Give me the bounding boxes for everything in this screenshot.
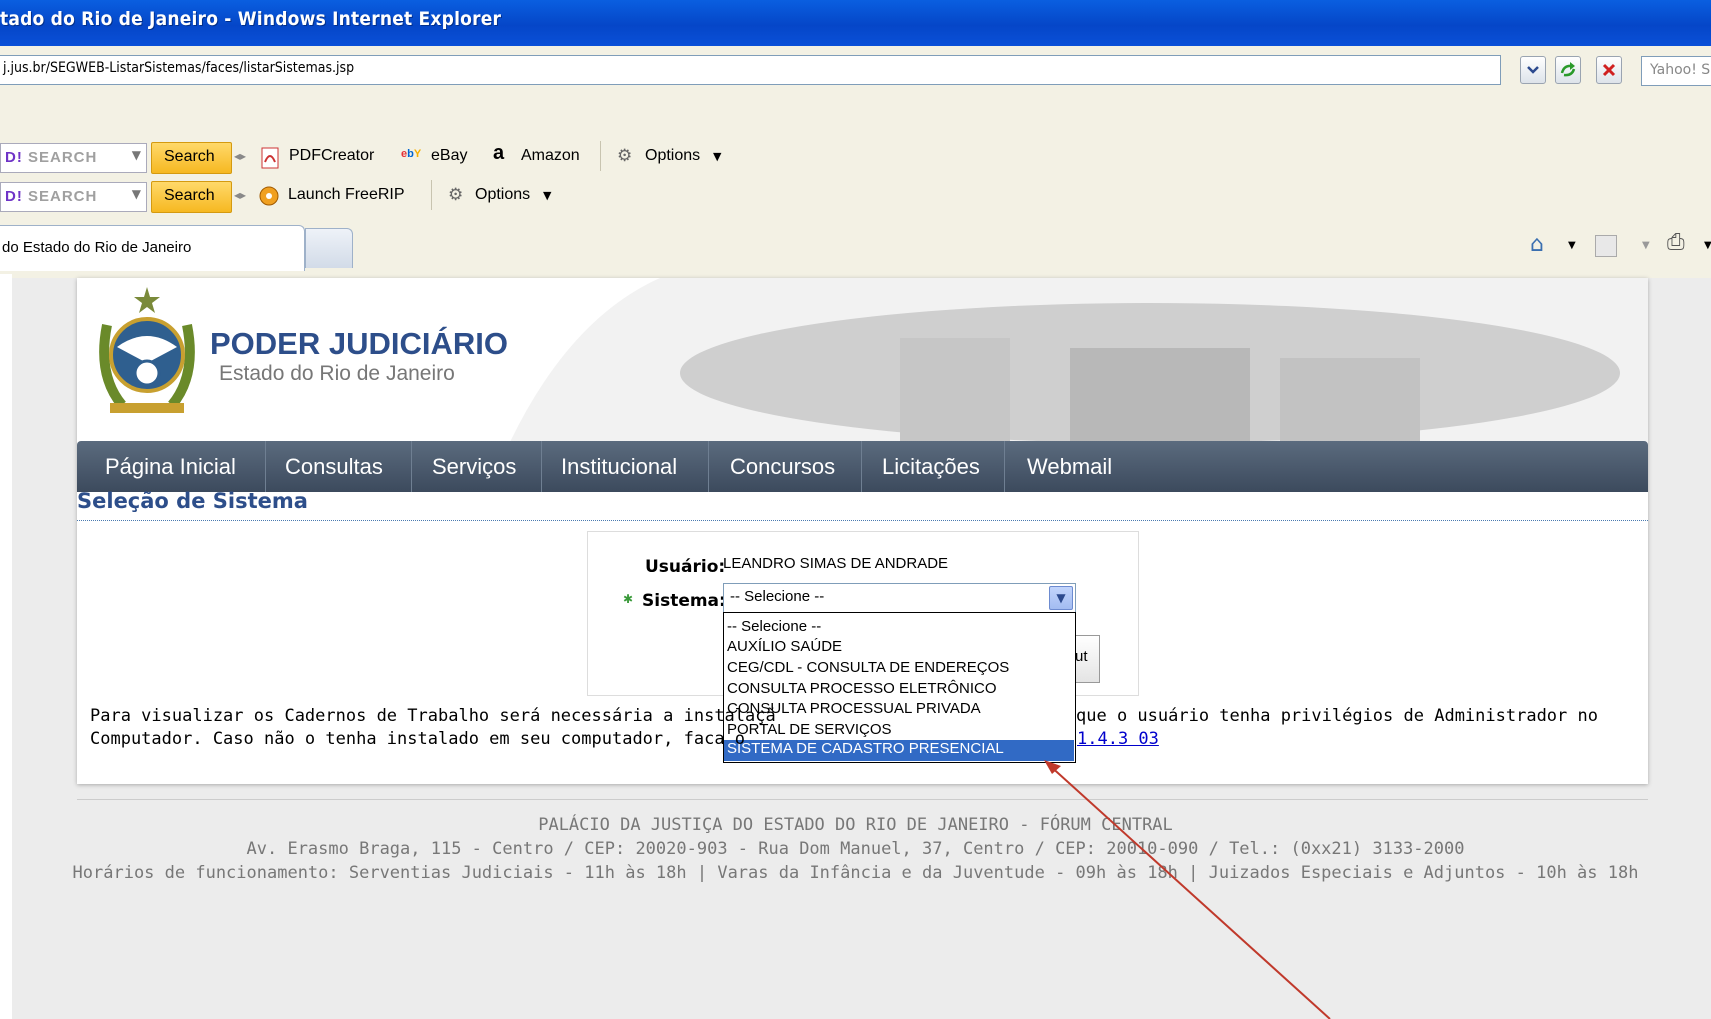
chevron-down-icon <box>1527 66 1539 74</box>
dropdown-option[interactable]: AUXÍLIO SAÚDE <box>727 638 842 655</box>
nav-divider <box>861 441 862 492</box>
search-button-label-2: Search <box>164 187 215 204</box>
yahoo-search-button-2[interactable]: Search <box>151 181 232 213</box>
nav-divider <box>411 441 412 492</box>
options-label: Options <box>645 147 701 164</box>
nav-licitacoes[interactable]: Licitações <box>882 454 980 480</box>
nav-concursos[interactable]: Concursos <box>730 454 835 480</box>
toolbar-divider <box>431 180 432 210</box>
footer-divider <box>77 799 1648 800</box>
yahoo-search-label-2: D! SEARCH <box>5 188 98 205</box>
chevron-down-icon: ▼ <box>543 189 552 202</box>
section-title: Seleção de Sistema <box>77 489 308 513</box>
window-title: tado do Rio de Janeiro - Windows Interne… <box>0 8 502 30</box>
footer-line-2: Av. Erasmo Braga, 115 - Centro / CEP: 20… <box>246 839 1465 859</box>
window-title-bar[interactable]: tado do Rio de Janeiro - Windows Interne… <box>0 0 1711 46</box>
search-button-label: Search <box>164 148 215 165</box>
nav-consultas[interactable]: Consultas <box>285 454 383 480</box>
new-tab-button[interactable] <box>305 228 353 268</box>
print-icon[interactable]: ⎙ <box>1667 230 1685 255</box>
system-dropdown-list[interactable]: -- Selecione -- AUXÍLIO SAÚDE CEG/CDL - … <box>723 612 1076 763</box>
options-label-2: Options <box>475 186 531 203</box>
gear-icon: ⚙ <box>448 185 464 205</box>
ebay-icon: ebY <box>401 148 422 160</box>
gear-icon: ⚙ <box>617 146 633 166</box>
tab-active[interactable]: do Estado do Rio de Janeiro <box>0 225 305 271</box>
footer-line-1: PALÁCIO DA JUSTIÇA DO ESTADO DO RIO DE J… <box>538 815 1173 835</box>
home-icon[interactable]: ⌂ <box>1530 232 1544 257</box>
nav-divider <box>708 441 709 492</box>
section-divider <box>77 520 1648 521</box>
pdf-icon <box>261 147 279 169</box>
yahoo-search-placeholder: Yahoo! S <box>1650 62 1711 78</box>
nav-divider <box>265 441 266 492</box>
refresh-icon <box>1560 62 1576 77</box>
partially-hidden-button-label: ut <box>1075 648 1088 665</box>
chevron-down-icon: ▼ <box>1642 240 1650 251</box>
dropdown-option-highlighted[interactable]: SISTEMA DE CADASTRO PRESENCIAL <box>724 740 1074 761</box>
user-label: Usuário: <box>645 557 726 577</box>
notice-line-1-end: que o usuário tenha privilégios de Admin… <box>1076 706 1598 726</box>
ebay-label: eBay <box>431 147 468 164</box>
required-icon: ✱ <box>623 592 634 606</box>
nav-webmail[interactable]: Webmail <box>1027 454 1112 480</box>
chevron-down-icon: ▼ <box>131 148 141 162</box>
dropdown-option[interactable]: CEG/CDL - CONSULTA DE ENDEREÇOS <box>727 659 1009 676</box>
page-left-edge <box>0 274 12 1019</box>
nav-pagina-inicial[interactable]: Página Inicial <box>105 454 236 480</box>
amazon-icon: a <box>493 142 505 164</box>
coat-of-arms-logo <box>99 287 195 413</box>
nav-divider <box>1004 441 1005 492</box>
footer-line-3: Horários de funcionamento: Serventias Ju… <box>72 863 1639 883</box>
stop-button[interactable] <box>1596 56 1622 84</box>
address-url: j.jus.br/SEGWEB-ListarSistemas/faces/lis… <box>3 60 355 76</box>
nav-divider <box>541 441 542 492</box>
yahoo-search-label: D! SEARCH <box>5 149 98 166</box>
dropdown-option[interactable]: -- Selecione -- <box>727 618 821 635</box>
brand-subtitle: Estado do Rio de Janeiro <box>219 362 455 385</box>
main-nav: Página Inicial Consultas Serviços Instit… <box>77 441 1648 492</box>
system-select[interactable]: -- Selecione -- ▼ <box>723 583 1076 613</box>
chevron-down-icon[interactable]: ▼ <box>1704 240 1711 251</box>
chevron-down-icon[interactable]: ▼ <box>1049 586 1073 610</box>
yahoo-search-input[interactable]: Yahoo! S <box>1641 56 1711 86</box>
pdfcreator-label: PDFCreator <box>289 147 375 164</box>
feeds-icon[interactable] <box>1595 235 1617 257</box>
chevron-down-icon: ▼ <box>131 187 141 201</box>
partially-hidden-button[interactable]: ut <box>1072 635 1100 683</box>
refresh-button[interactable] <box>1555 56 1581 84</box>
user-value: LEANDRO SIMAS DE ANDRADE <box>723 555 949 572</box>
yahoo-search-button[interactable]: Search <box>151 142 232 174</box>
close-icon <box>1602 63 1616 77</box>
address-bar[interactable]: j.jus.br/SEGWEB-ListarSistemas/faces/lis… <box>0 55 1501 85</box>
chevron-down-icon: ▼ <box>713 150 722 163</box>
notice-line-2-start: Computador. Caso não o tenha instalado e… <box>90 729 746 749</box>
brand-title: PODER JUDICIÁRIO <box>210 326 508 361</box>
yahoo-search-box[interactable]: D! SEARCH ▼ <box>0 143 147 173</box>
tab-label: do Estado do Rio de Janeiro <box>2 239 192 256</box>
amazon-label: Amazon <box>521 147 580 164</box>
chevron-down-icon[interactable]: ▼ <box>1568 240 1576 251</box>
toolbar-grip-icon[interactable]: ◂▸ <box>234 149 246 163</box>
notice-line-1-start: Para visualizar os Cadernos de Trabalho … <box>90 706 776 726</box>
header-banner-art <box>510 278 1648 442</box>
address-dropdown-button[interactable] <box>1520 56 1546 84</box>
toolbar-divider <box>600 141 601 171</box>
system-label: Sistema: <box>642 591 726 611</box>
nav-institucional[interactable]: Institucional <box>561 454 677 480</box>
dropdown-option[interactable]: CONSULTA PROCESSO ELETRÔNICO <box>727 680 997 697</box>
toolbar-grip-icon[interactable]: ◂▸ <box>234 188 246 202</box>
nav-servicos[interactable]: Serviços <box>432 454 516 480</box>
freerip-label: Launch FreeRIP <box>288 186 405 203</box>
freerip-icon <box>259 186 279 206</box>
system-select-value: -- Selecione -- <box>730 588 825 605</box>
yahoo-search-box-2[interactable]: D! SEARCH ▼ <box>0 182 147 212</box>
java-download-link[interactable]: 1.4.3 03 <box>1077 729 1159 749</box>
